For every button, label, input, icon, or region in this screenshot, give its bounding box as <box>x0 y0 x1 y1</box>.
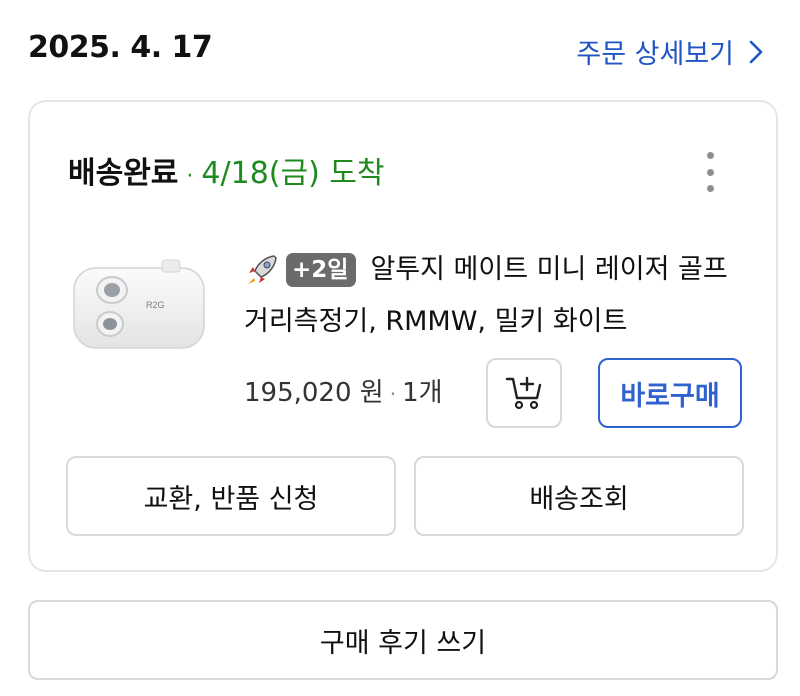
delivery-status: 배송완료 · 4/18(금) 도착 <box>68 148 385 192</box>
write-review-button[interactable]: 구매 후기 쓰기 <box>28 600 778 680</box>
order-detail-link[interactable]: 주문 상세보기 <box>576 32 764 71</box>
rocket-icon <box>248 255 277 284</box>
price-quantity: 195,020 원 · 1개 <box>244 372 443 409</box>
product-title[interactable]: +2일 알투지 메이트 미니 레이저 골프 거리측정기, RMMW, 밀키 화이… <box>244 244 754 348</box>
status-separator: · <box>186 164 194 189</box>
product-thumbnail[interactable]: R2G <box>66 252 216 362</box>
product-price: 195,020 원 <box>244 378 384 408</box>
more-vertical-icon[interactable] <box>700 152 720 192</box>
add-to-cart-icon <box>505 376 542 410</box>
arrival-date: 4/18(금) 도착 <box>201 156 385 191</box>
price-separator: · <box>389 382 397 406</box>
delivery-badge: +2일 <box>286 253 357 287</box>
order-header: 2025. 4. 17 주문 상세보기 <box>28 26 768 76</box>
add-to-cart-button[interactable] <box>486 358 562 428</box>
product-title-line1: 알투지 메이트 미니 레이저 골프 <box>370 254 728 285</box>
order-date: 2025. 4. 17 <box>28 30 213 65</box>
delivery-status-label: 배송완료 <box>68 156 179 191</box>
order-card: 배송완료 · 4/18(금) 도착 R2G +2일 알투지 메이트 미니 레이저… <box>28 100 778 572</box>
product-title-line2: 거리측정기, RMMW, 밀키 화이트 <box>244 306 628 337</box>
chevron-right-icon <box>749 40 763 63</box>
track-delivery-button[interactable]: 배송조회 <box>414 456 744 536</box>
product-quantity: 1개 <box>402 378 443 408</box>
exchange-return-button[interactable]: 교환, 반품 신청 <box>66 456 396 536</box>
svg-text:R2G: R2G <box>146 300 165 310</box>
buy-now-button[interactable]: 바로구매 <box>598 358 742 428</box>
order-detail-label: 주문 상세보기 <box>576 39 734 70</box>
